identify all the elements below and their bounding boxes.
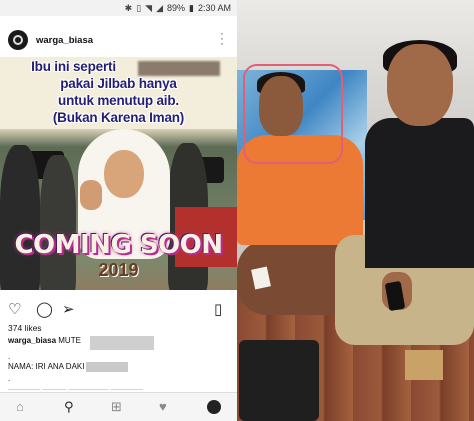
headline: COMING SOON: [14, 230, 223, 260]
caption-name-line: NAMA: IRI ANA DAKI: [8, 362, 85, 371]
post-username[interactable]: warga_biasa: [36, 35, 93, 46]
black-bag: [239, 340, 319, 421]
battery-level: 89%: [167, 3, 186, 13]
post-image[interactable]: Ibu ini seperti pakai Jilbab hanya untuk…: [0, 57, 237, 290]
woman-face: [104, 150, 144, 198]
search-icon[interactable]: ⚲: [64, 399, 74, 415]
like-heart-icon[interactable]: ♡: [8, 300, 21, 318]
avatar[interactable]: [8, 30, 28, 50]
waving-hand: [80, 180, 102, 210]
post-actions: ♡ ◯ ➢ ▯: [0, 298, 237, 320]
redacted-text: [90, 336, 154, 350]
share-icon[interactable]: ➢: [62, 300, 75, 318]
post-header: warga_biasa · · ·: [0, 24, 237, 56]
caption-line-4: (Bukan Karena Iman): [52, 110, 185, 125]
bottom-navigation: ⌂ ⚲ ⊞ ♥: [0, 392, 237, 421]
redacted-name: [138, 61, 220, 76]
truncated-caption-line: ▬▬▬▬ ▬▬▬ ▬▬▬▬▬ ▬▬▬▬: [8, 385, 143, 390]
vibrate-icon: ▯: [136, 2, 142, 13]
man-black-shirt: [365, 118, 474, 268]
headline-year: 2019: [98, 260, 139, 280]
signal-icon: ◢: [156, 2, 163, 13]
caption-line-3: untuk menutup aib.: [58, 93, 179, 108]
status-bar: ✱ ▯ ◥ ◢ 89% ▮ 2:30 AM: [0, 0, 237, 16]
instagram-screenshot-panel: ✱ ▯ ◥ ◢ 89% ▮ 2:30 AM warga_biasa · · · Ib…: [0, 0, 237, 421]
clock: 2:30 AM: [197, 3, 231, 13]
battery-icon: ▮: [189, 2, 194, 13]
redacted-text: [86, 362, 128, 372]
more-options-icon[interactable]: · · ·: [219, 29, 225, 50]
avatar-logo-icon: [13, 35, 23, 45]
caption-dot: .: [8, 352, 11, 361]
wifi-icon: ◥: [145, 2, 153, 13]
likes-count[interactable]: 374 likes: [8, 323, 42, 333]
caption-dot: .: [8, 374, 11, 383]
heart-icon[interactable]: ♥: [159, 399, 167, 414]
bluetooth-icon: ✱: [124, 2, 133, 13]
add-icon[interactable]: ⊞: [111, 399, 122, 415]
cardboard-box: [405, 350, 443, 380]
man-face: [387, 44, 453, 126]
caption-line-2: pakai Jilbab hanya: [60, 76, 177, 91]
photo-panel: [237, 0, 474, 421]
caption-username[interactable]: warga_biasa: [8, 336, 56, 345]
profile-icon[interactable]: [207, 400, 221, 414]
highlight-circle: [243, 64, 343, 164]
home-icon[interactable]: ⌂: [16, 399, 24, 414]
comment-icon[interactable]: ◯: [36, 300, 53, 318]
caption-text: MUTE: [58, 336, 81, 345]
bookmark-icon[interactable]: ▯: [214, 300, 222, 318]
